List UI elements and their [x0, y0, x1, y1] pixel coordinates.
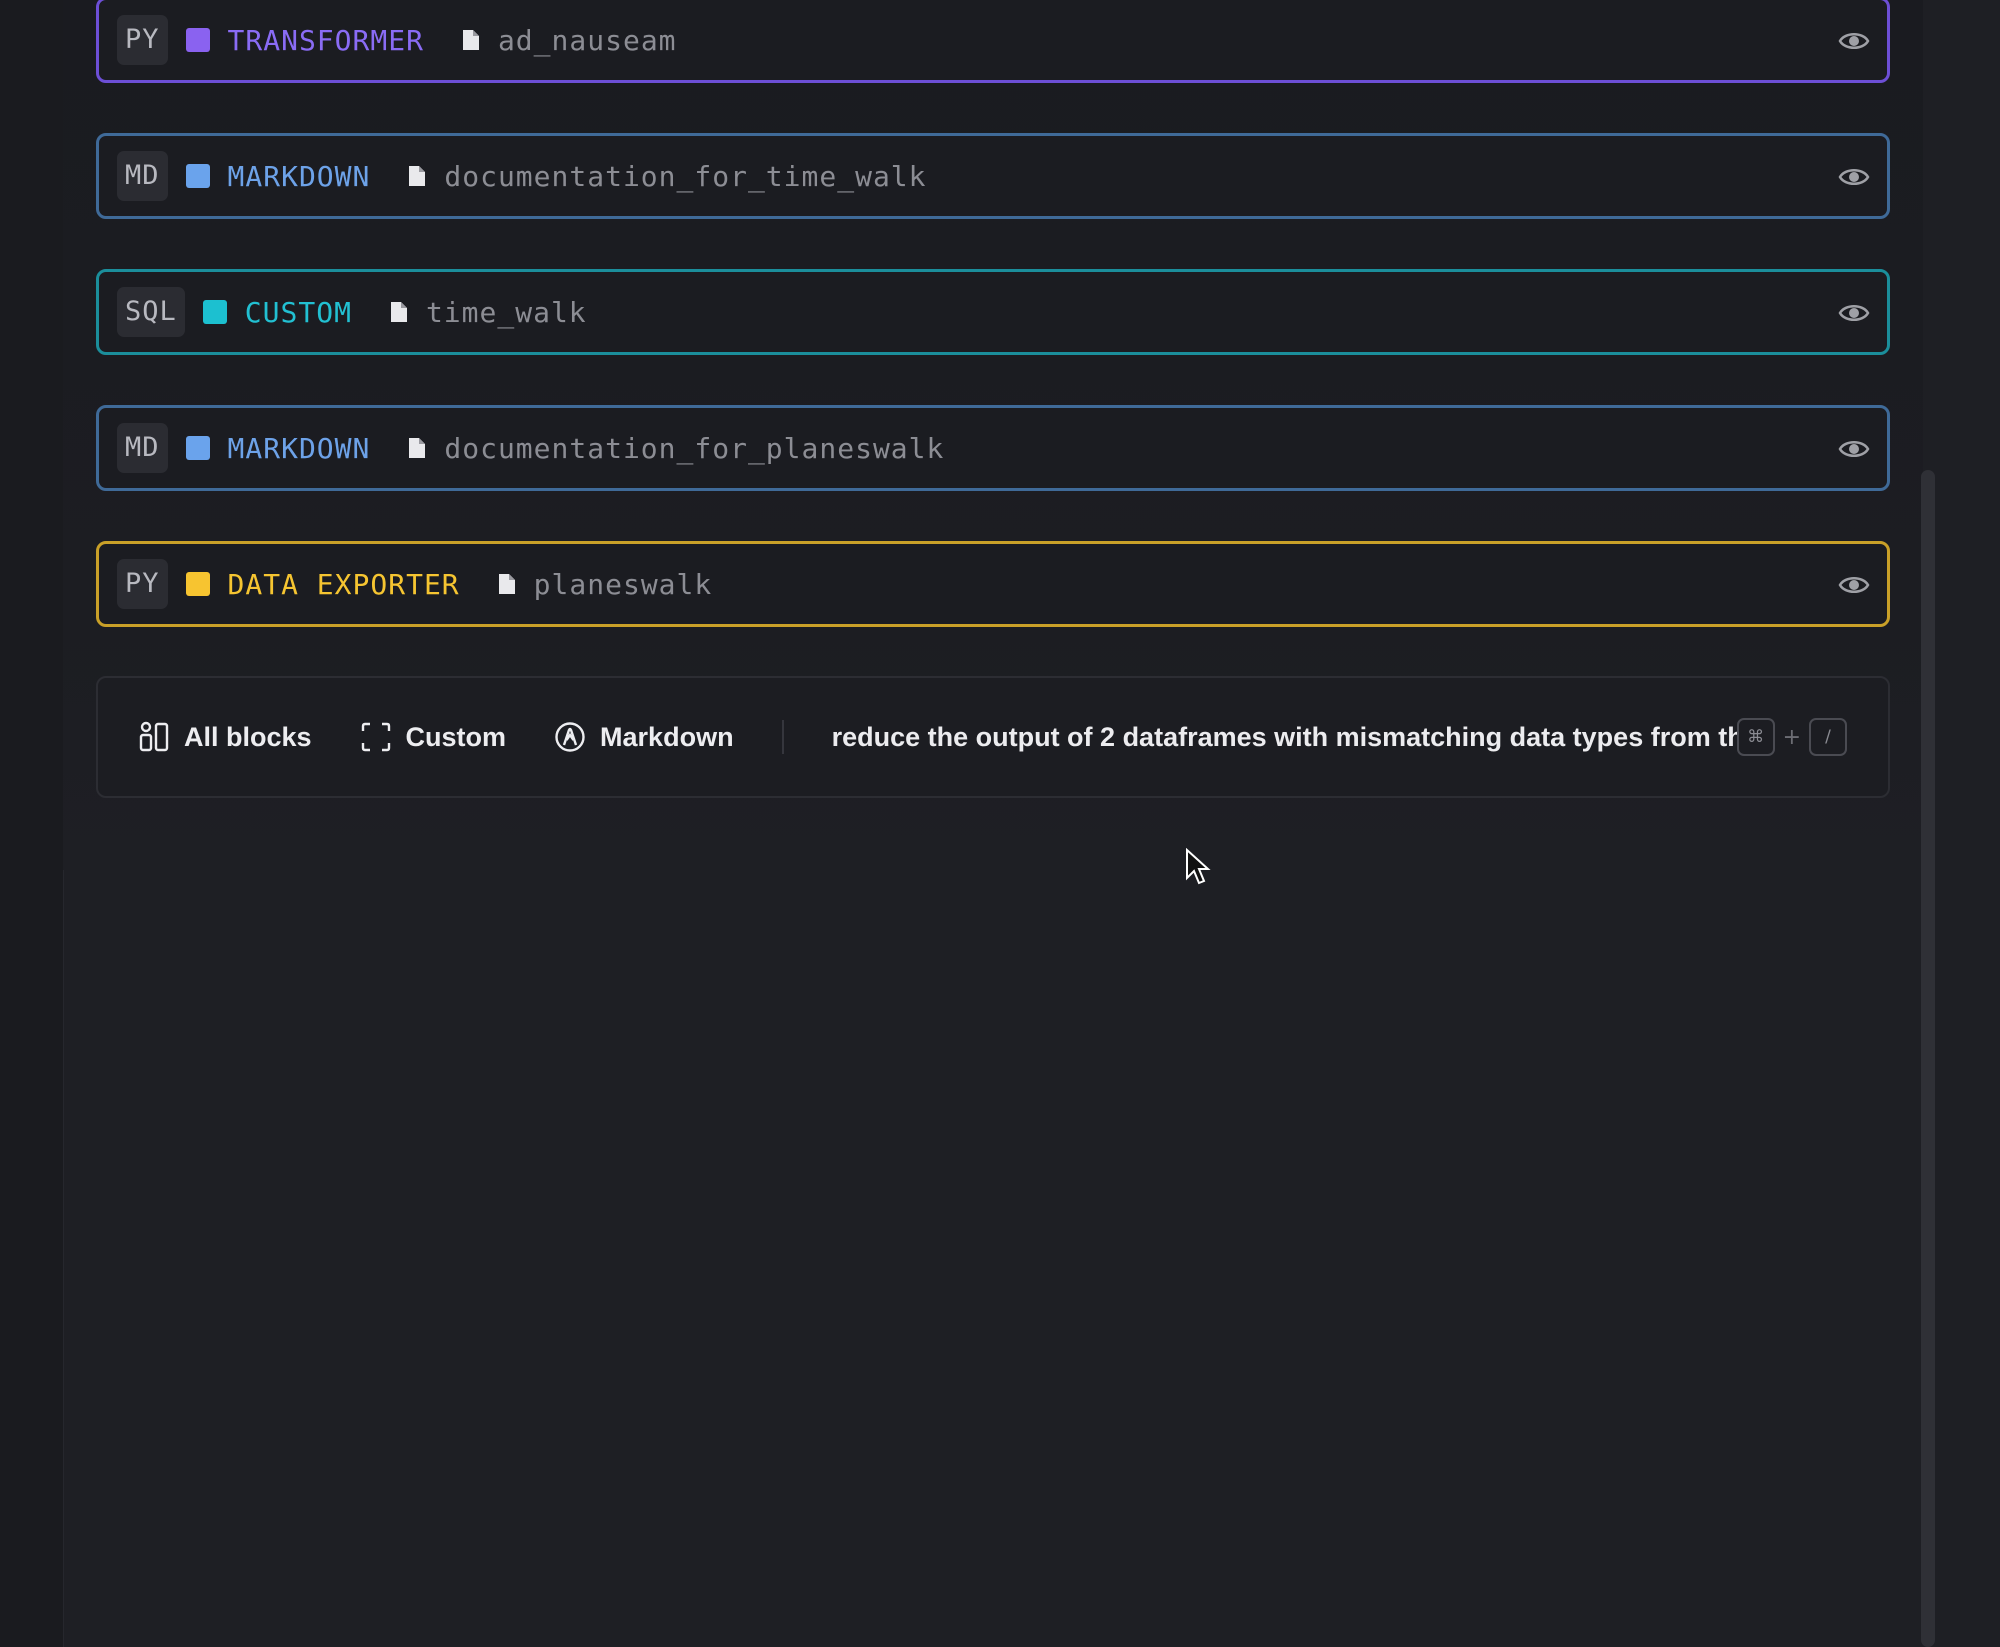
- block-type-label: TRANSFORMER: [227, 23, 424, 57]
- block-color-swatch: [185, 436, 210, 460]
- block-color-swatch: [185, 572, 210, 596]
- markdown-label: Markdown: [600, 721, 734, 752]
- block-row[interactable]: PY DATA EXPORTER planeswalk: [96, 541, 1890, 627]
- block-language-badge: PY: [117, 15, 168, 65]
- block-name[interactable]: planeswalk: [534, 568, 713, 601]
- block-color-swatch: [185, 164, 210, 188]
- block-language-badge: MD: [117, 423, 168, 473]
- file-icon: [498, 574, 515, 594]
- divider: [781, 720, 784, 754]
- all-blocks-button[interactable]: All blocks: [138, 721, 312, 753]
- block-type-label: DATA EXPORTER: [227, 567, 460, 601]
- blocks-icon: [139, 721, 169, 752]
- block-color-swatch: [185, 28, 210, 52]
- block-row[interactable]: MD MARKDOWN documentation_for_time_walk: [96, 133, 1890, 219]
- custom-block-button[interactable]: Custom: [360, 721, 507, 753]
- ai-prompt-input[interactable]: reduce the output of 2 dataframes with m…: [832, 722, 1737, 753]
- block-color-swatch: [202, 300, 227, 324]
- block-row[interactable]: PY TRANSFORMER ad_nauseam: [96, 0, 1890, 83]
- block-row[interactable]: MD MARKDOWN documentation_for_planeswalk: [96, 405, 1890, 491]
- markdown-icon: [555, 722, 585, 752]
- mouse-cursor-icon: [1186, 848, 1211, 885]
- custom-block-icon: [361, 722, 390, 752]
- file-icon: [390, 302, 407, 322]
- shortcut-plus: +: [1782, 724, 1801, 750]
- eye-icon[interactable]: [1838, 570, 1870, 600]
- block-name[interactable]: documentation_for_time_walk: [444, 160, 926, 193]
- scrollbar[interactable]: [1921, 470, 1935, 1647]
- eye-icon[interactable]: [1838, 26, 1870, 56]
- block-type-label: MARKDOWN: [227, 431, 371, 465]
- block-language-badge: MD: [117, 151, 168, 201]
- block-name[interactable]: documentation_for_planeswalk: [444, 432, 944, 465]
- shortcut-key-cmd: ⌘: [1736, 718, 1775, 756]
- shortcut-key-slash: /: [1809, 718, 1847, 756]
- block-language-badge: SQL: [117, 287, 185, 337]
- block-name[interactable]: time_walk: [426, 296, 587, 329]
- eye-icon[interactable]: [1838, 162, 1870, 192]
- block-name[interactable]: ad_nauseam: [498, 24, 677, 57]
- eye-icon[interactable]: [1838, 298, 1870, 328]
- file-icon: [409, 166, 426, 186]
- add-block-bar: All blocks Custom Markdown reduce the ou…: [96, 676, 1890, 798]
- custom-label: Custom: [405, 721, 507, 752]
- file-icon: [462, 30, 479, 50]
- block-language-badge: PY: [117, 559, 168, 609]
- block-row[interactable]: SQL CUSTOM time_walk: [96, 269, 1890, 355]
- file-icon: [409, 438, 426, 458]
- markdown-block-button[interactable]: Markdown: [554, 721, 734, 753]
- block-type-label: MARKDOWN: [227, 159, 371, 193]
- left-sidebar-strip: [0, 0, 64, 1647]
- all-blocks-label: All blocks: [184, 721, 312, 752]
- block-type-label: CUSTOM: [244, 295, 352, 329]
- eye-icon[interactable]: [1838, 434, 1870, 464]
